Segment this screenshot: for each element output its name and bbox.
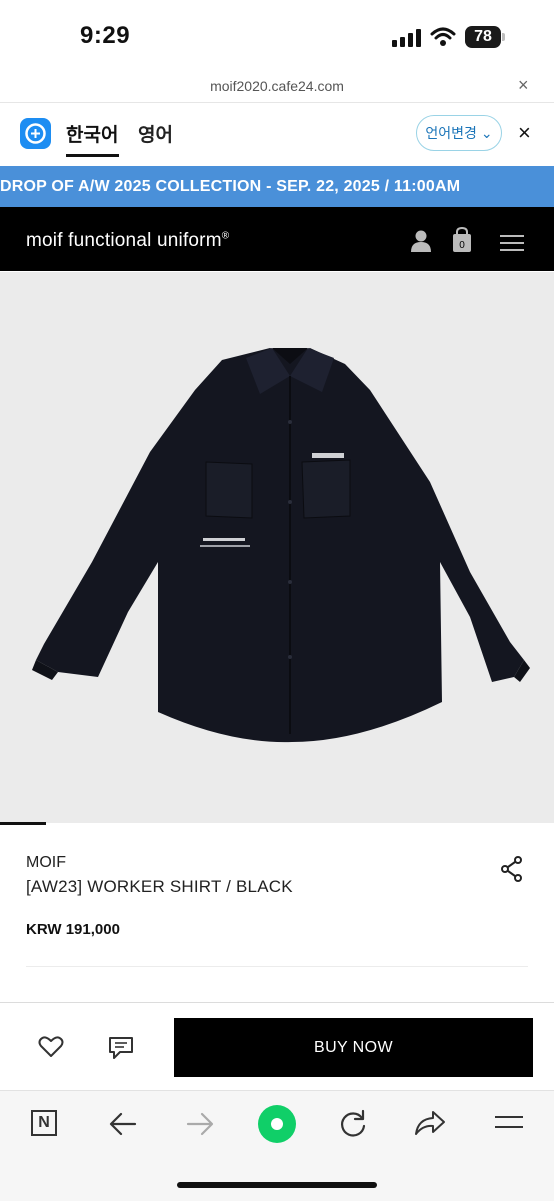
registered-mark: ® <box>221 230 230 242</box>
back-arrow-icon[interactable] <box>109 1111 137 1137</box>
heart-icon[interactable] <box>38 1035 64 1059</box>
home-indicator <box>177 1182 377 1188</box>
browser-menu-icon[interactable] <box>495 1114 523 1134</box>
active-language-underline <box>66 154 119 157</box>
share-arrow-icon[interactable] <box>414 1109 446 1137</box>
divider <box>26 966 528 967</box>
change-language-button[interactable]: 언어변경 ⌄ <box>416 115 502 151</box>
reload-icon[interactable] <box>338 1109 368 1139</box>
translate-logo-icon <box>20 118 51 149</box>
buy-now-button[interactable]: BUY NOW <box>174 1018 533 1077</box>
translate-close-button[interactable]: × <box>518 120 531 146</box>
share-icon[interactable] <box>500 856 524 882</box>
image-slide-indicator <box>0 822 46 825</box>
announcement-text: DROP OF A/W 2025 COLLECTION - SEP. 22, 2… <box>0 178 461 195</box>
chevron-down-icon: ⌄ <box>480 125 493 141</box>
url-close-button[interactable]: × <box>518 75 529 96</box>
url-bar[interactable]: moif2020.cafe24.com × <box>0 72 554 103</box>
language-tab-korean[interactable]: 한국어 <box>66 120 118 147</box>
cart-count: 0 <box>459 240 465 251</box>
product-name: [AW23] WORKER SHIRT / BLACK <box>26 877 293 896</box>
divider <box>0 1002 554 1003</box>
announcement-banner[interactable]: DROP OF A/W 2025 COLLECTION - SEP. 22, 2… <box>0 166 554 207</box>
battery-indicator: 78 <box>465 26 501 48</box>
naver-tabs-icon[interactable]: N <box>31 1110 57 1136</box>
site-logo-text: moif functional uniform <box>26 230 222 251</box>
site-logo[interactable]: moif functional uniform® <box>26 230 229 252</box>
url-text: moif2020.cafe24.com <box>210 78 344 94</box>
forward-arrow-icon[interactable] <box>186 1111 214 1137</box>
site-header: moif functional uniform® 0 <box>0 207 554 271</box>
translate-bar: 한국어 영어 언어변경 ⌄ × <box>0 103 554 165</box>
product-image[interactable] <box>0 272 554 823</box>
status-time: 9:29 <box>80 22 131 49</box>
home-dot-icon <box>271 1118 283 1130</box>
product-brand: MOIF <box>26 854 66 871</box>
user-icon[interactable] <box>410 230 432 252</box>
signal-icon <box>392 29 421 47</box>
change-language-label: 언어변경 <box>425 125 477 141</box>
product-price: KRW 191,000 <box>26 921 120 938</box>
black-worker-shirt-icon <box>32 348 530 743</box>
wifi-icon <box>430 27 456 46</box>
battery-tip <box>502 33 505 41</box>
hamburger-menu-icon[interactable] <box>500 235 524 251</box>
review-icon[interactable] <box>108 1036 134 1060</box>
language-tab-english[interactable]: 영어 <box>138 120 173 147</box>
